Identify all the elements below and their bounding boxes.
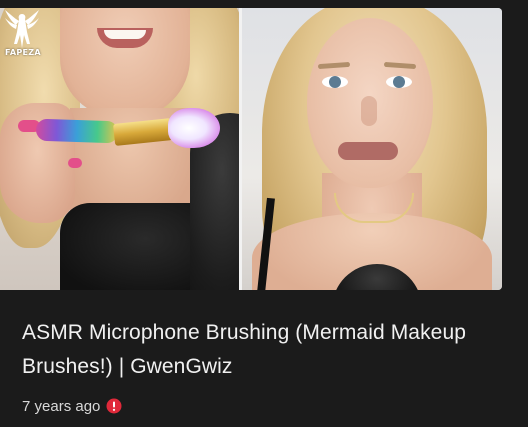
thumbnail-right-frame — [242, 8, 502, 290]
iris-shape — [329, 76, 341, 88]
makeup-brush-handle — [35, 118, 119, 144]
face-shape — [60, 8, 190, 118]
thumbnail-left-frame: FAPEZA — [0, 8, 239, 290]
video-card[interactable]: FAPEZA ASMR Microphone Brushing (Mermaid… — [0, 0, 528, 427]
makeup-brush-bristles — [168, 108, 220, 148]
winged-figure-icon — [5, 10, 39, 48]
watermark-logo: FAPEZA — [2, 8, 42, 64]
nose-shape — [361, 96, 377, 126]
iris-shape — [393, 76, 405, 88]
watermark-text: FAPEZA — [5, 48, 41, 57]
lips-shape — [338, 142, 398, 160]
alert-icon[interactable] — [106, 398, 122, 414]
nail-shape — [68, 158, 82, 168]
video-metadata: 7 years ago — [22, 396, 122, 416]
teeth-shape — [104, 30, 146, 39]
video-thumbnail[interactable]: FAPEZA — [0, 8, 502, 290]
upload-age: 7 years ago — [22, 397, 101, 415]
video-title[interactable]: ASMR Microphone Brushing (Mermaid Makeup… — [22, 316, 492, 384]
